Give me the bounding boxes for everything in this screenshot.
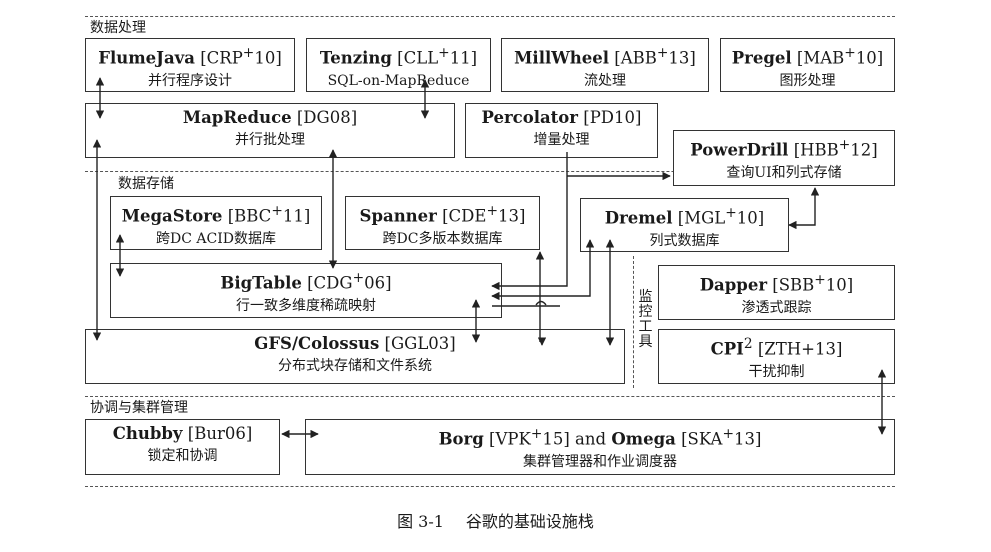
figure-number: 图 3-1 xyxy=(397,512,444,531)
figure-caption: 图 3-1 谷歌的基础设施栈 xyxy=(0,512,991,532)
arrow-dremel-powerdrill xyxy=(788,187,820,230)
connector-arrows xyxy=(92,77,887,439)
arrow-dremel-bigtable xyxy=(491,239,595,301)
arrow-percolator-bigtable xyxy=(491,152,568,291)
figure-title: 谷歌的基础设施栈 xyxy=(465,512,594,531)
